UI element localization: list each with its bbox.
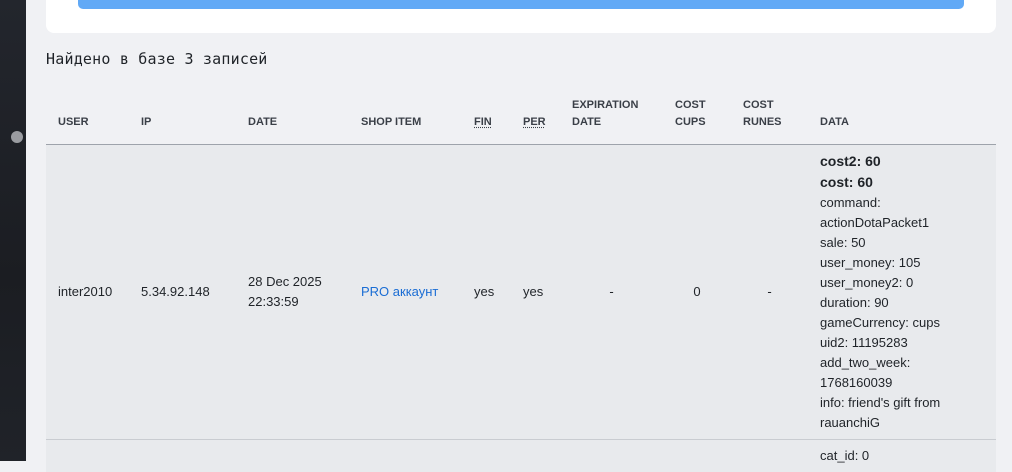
- data-line-sale: sale: 50: [820, 233, 996, 253]
- col-header-per-label: PER: [523, 116, 546, 128]
- col-header-user[interactable]: USER: [46, 90, 129, 145]
- col-header-fin-label: FIN: [474, 116, 492, 128]
- table-header-row: USER IP DATE SHOP ITEM FIN PER EXPIRATIO…: [46, 90, 996, 145]
- background-sidebar-strip: [0, 0, 26, 461]
- cell-date: 28 Dec 2025 22:33:59: [236, 145, 349, 440]
- cell-ip: 5.34.92.148: [129, 145, 236, 440]
- cell-date-day: 28 Dec 2025: [248, 274, 322, 289]
- col-header-cost-cups-line2: CUPS: [675, 116, 706, 128]
- col-header-expiration-line1: EXPIRATION: [572, 99, 638, 111]
- col-header-per[interactable]: PER: [511, 90, 560, 145]
- table-row: cat_id: 0: [46, 440, 996, 472]
- data-line-command: command:: [820, 193, 996, 213]
- cell-per: yes: [511, 145, 560, 440]
- cell-empty: [46, 440, 808, 472]
- data-line-add-two-week-value: 1768160039: [820, 373, 996, 393]
- main-content: Найдено в базе 3 записей USER IP DATE SH…: [26, 0, 1012, 461]
- col-header-cost-runes-line2: RUNES: [743, 116, 782, 128]
- col-header-fin[interactable]: FIN: [462, 90, 511, 145]
- data-line-cat-id: cat_id: 0: [820, 446, 996, 466]
- scroll-dot-icon[interactable]: [11, 131, 23, 143]
- records-table: USER IP DATE SHOP ITEM FIN PER EXPIRATIO…: [46, 90, 996, 472]
- cell-date-time: 22:33:59: [248, 294, 299, 309]
- cell-data: cat_id: 0: [808, 440, 996, 472]
- results-count-heading: Найдено в базе 3 записей: [46, 50, 268, 68]
- col-header-expiration-date[interactable]: EXPIRATION DATE: [560, 90, 663, 145]
- col-header-shop-item[interactable]: SHOP ITEM: [349, 90, 462, 145]
- data-line-cost: cost: 60: [820, 172, 996, 193]
- cell-expiration: -: [560, 145, 663, 440]
- data-line-game-currency: gameCurrency: cups: [820, 313, 996, 333]
- cell-user: inter2010: [46, 145, 129, 440]
- data-line-user-money2: user_money2: 0: [820, 273, 996, 293]
- col-header-ip[interactable]: IP: [129, 90, 236, 145]
- col-header-date[interactable]: DATE: [236, 90, 349, 145]
- data-line-info-value: rauanchiG: [820, 413, 996, 433]
- data-line-add-two-week: add_two_week:: [820, 353, 996, 373]
- cell-cost-cups: 0: [663, 145, 731, 440]
- col-header-cost-cups[interactable]: COST CUPS: [663, 90, 731, 145]
- shop-item-link[interactable]: PRO аккаунт: [361, 284, 438, 299]
- data-line-info: info: friend's gift from: [820, 393, 996, 413]
- col-header-cost-runes-line1: COST: [743, 99, 774, 111]
- cell-shop-item: PRO аккаунт: [349, 145, 462, 440]
- accent-bar[interactable]: [78, 0, 964, 9]
- table-row: inter2010 5.34.92.148 28 Dec 2025 22:33:…: [46, 145, 996, 440]
- cell-cost-runes: -: [731, 145, 808, 440]
- data-line-uid2: uid2: 11195283: [820, 333, 996, 353]
- col-header-data[interactable]: DATA: [808, 90, 996, 145]
- filter-card: [46, 0, 996, 33]
- col-header-cost-cups-line1: COST: [675, 99, 706, 111]
- col-header-expiration-line2: DATE: [572, 116, 601, 128]
- data-line-duration: duration: 90: [820, 293, 996, 313]
- cell-fin: yes: [462, 145, 511, 440]
- data-line-cost2: cost2: 60: [820, 151, 996, 172]
- data-line-user-money: user_money: 105: [820, 253, 996, 273]
- col-header-cost-runes[interactable]: COST RUNES: [731, 90, 808, 145]
- cell-data: cost2: 60 cost: 60 command: actionDotaPa…: [808, 145, 996, 440]
- data-line-command-value: actionDotaPacket1: [820, 213, 996, 233]
